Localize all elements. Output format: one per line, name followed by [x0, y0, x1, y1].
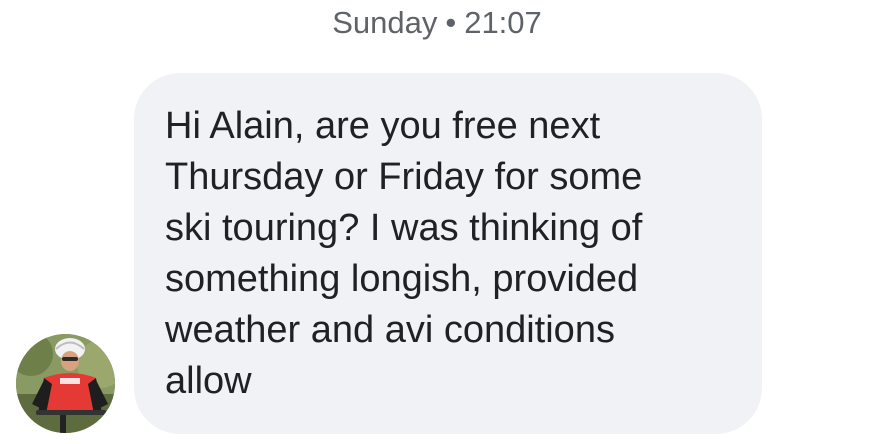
message-line: weather and avi conditions — [165, 309, 615, 351]
message-line: Thursday or Friday for some — [165, 156, 643, 198]
timestamp-time: 21:07 — [464, 5, 542, 40]
sender-avatar[interactable] — [16, 334, 115, 433]
message-line: allow — [165, 360, 252, 402]
cyclist-photo-avatar-icon — [16, 334, 115, 433]
message-line: Hi Alain, are you free next — [165, 105, 601, 147]
timestamp-day: Sunday — [332, 5, 438, 40]
message-line: something longish, provided — [165, 258, 639, 300]
timestamp-separator: • — [445, 5, 457, 40]
conversation-view: Sunday • 21:07 Hi Alain, are you free next… — [0, 0, 874, 444]
message-line: ski touring? I was thinking of — [165, 207, 643, 249]
message-bubble[interactable]: Hi Alain, are you free next Thursday or … — [134, 73, 762, 434]
message-timestamp: Sunday • 21:07 — [0, 2, 874, 44]
message-text: Hi Alain, are you free next Thursday or … — [165, 101, 742, 407]
